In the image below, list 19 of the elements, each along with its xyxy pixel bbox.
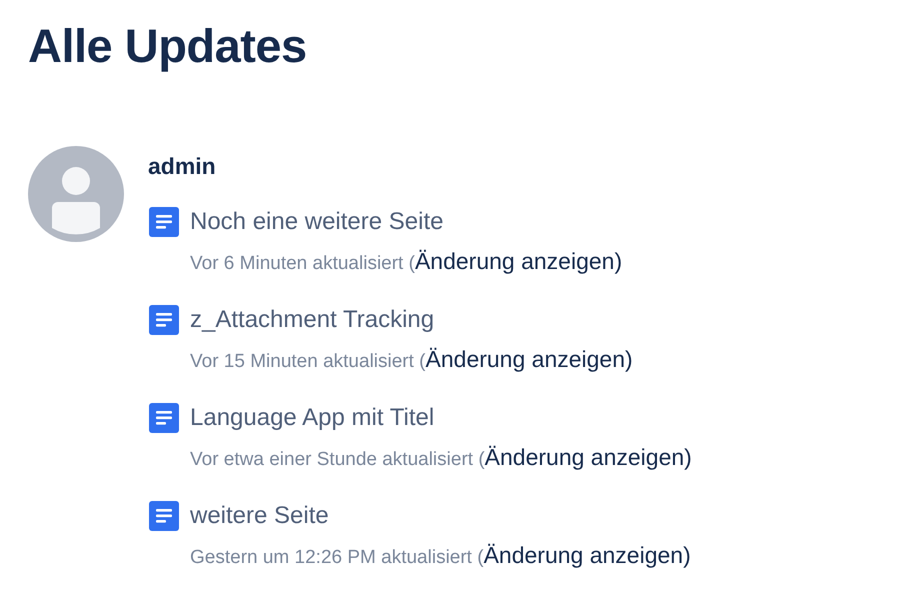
page-icon <box>148 500 180 532</box>
page-title[interactable]: weitere Seite <box>190 502 329 530</box>
page-icon <box>148 304 180 336</box>
update-time: Gestern um 12:26 PM aktualisiert ( <box>190 547 484 569</box>
page-icon <box>148 206 180 238</box>
view-change-link[interactable]: Änderung anzeigen) <box>414 248 622 275</box>
page-title[interactable]: Language App mit Titel <box>190 404 434 432</box>
update-time: Vor 15 Minuten aktualisiert ( <box>190 351 426 373</box>
update-time: Vor etwa einer Stunde aktualisiert ( <box>190 449 485 471</box>
view-change-link[interactable]: Änderung anzeigen) <box>484 542 691 569</box>
page-title[interactable]: z_Attachment Tracking <box>190 306 434 334</box>
page-title[interactable]: Noch eine weitere Seite <box>190 208 444 236</box>
user-name[interactable]: admin <box>148 152 692 180</box>
page-heading: Alle Updates <box>28 18 308 74</box>
view-change-link[interactable]: Änderung anzeigen) <box>426 346 633 373</box>
view-change-link[interactable]: Änderung anzeigen) <box>484 444 692 471</box>
update-time: Vor 6 Minuten aktualisiert ( <box>190 253 415 275</box>
avatar-icon <box>28 146 124 242</box>
page-icon <box>148 402 180 434</box>
